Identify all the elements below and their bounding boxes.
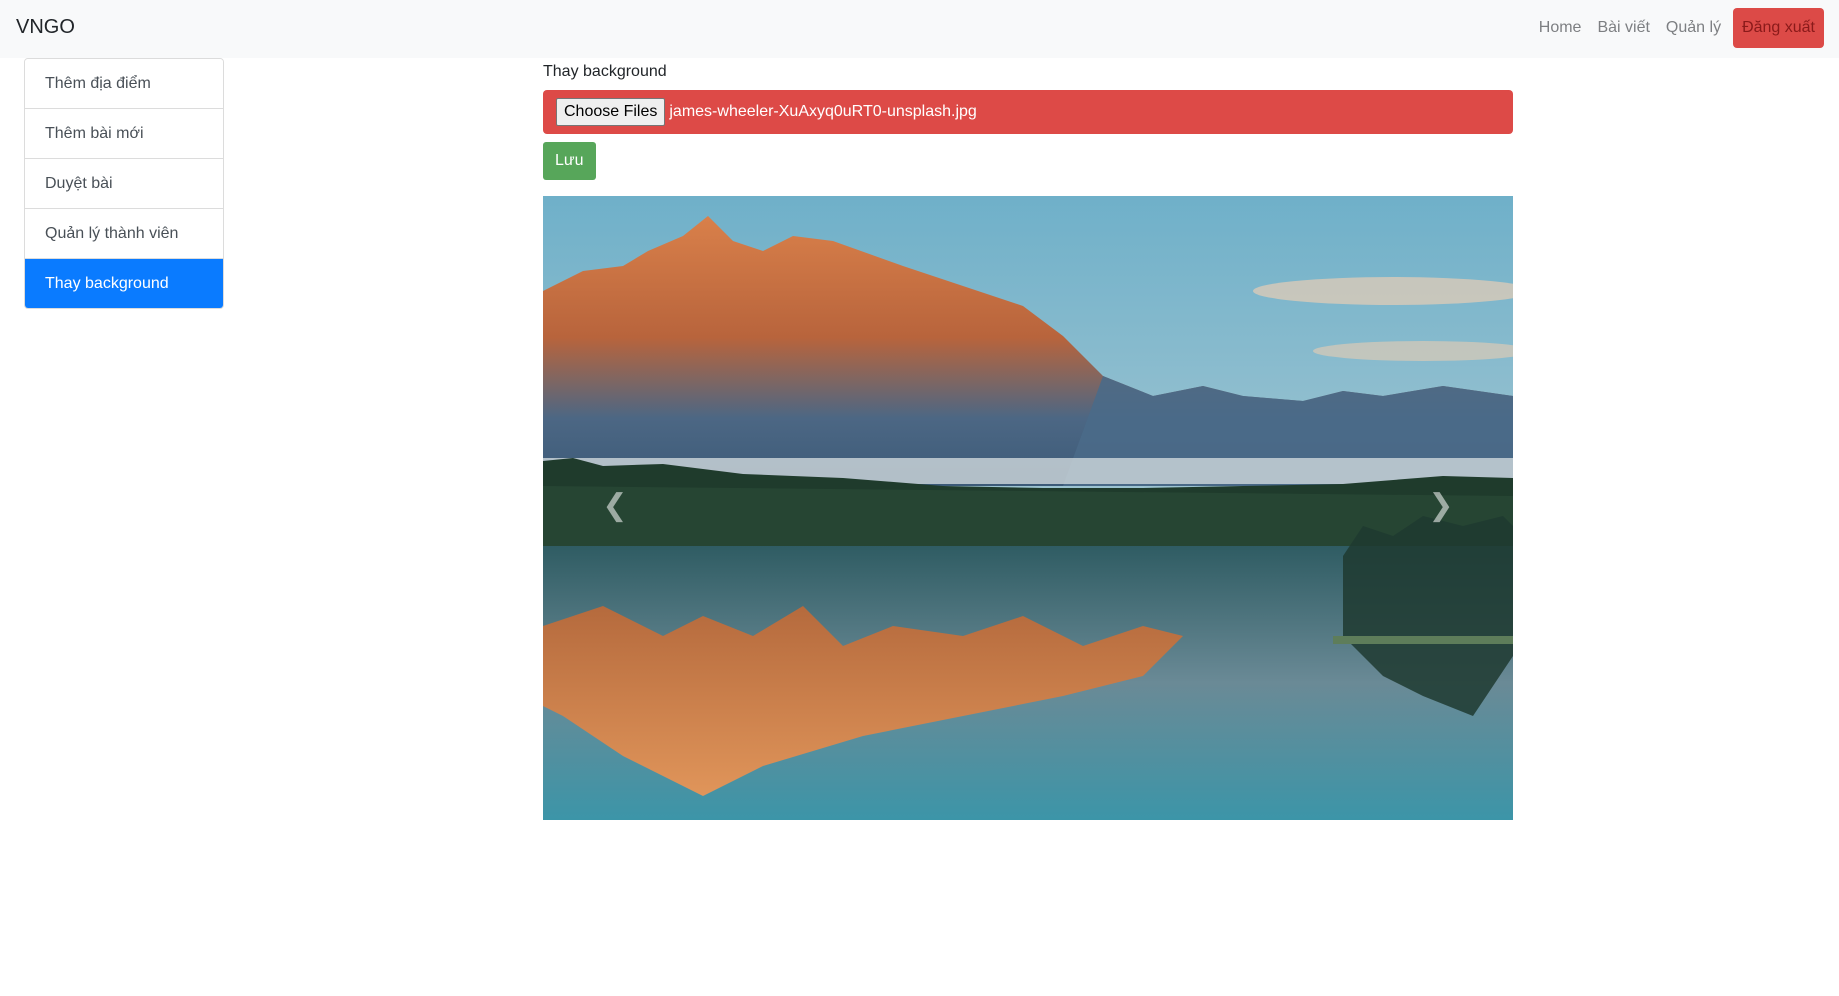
nav-link-home[interactable]: Home [1531, 9, 1590, 47]
background-image [543, 196, 1513, 820]
sidebar-item-manage-members[interactable]: Quản lý thành viên [25, 209, 223, 259]
sidebar: Thêm địa điểm Thêm bài mới Duyệt bài Quả… [24, 58, 224, 309]
sidebar-item-add-post[interactable]: Thêm bài mới [25, 109, 223, 159]
section-title: Thay background [543, 63, 667, 80]
sidebar-item-change-background[interactable]: Thay background [25, 259, 223, 308]
nav-link-manage[interactable]: Quản lý [1658, 9, 1729, 47]
sidebar-item-review-posts[interactable]: Duyệt bài [25, 159, 223, 209]
selected-file-name: james-wheeler-XuAxyq0uRT0-unsplash.jpg [669, 103, 977, 120]
nav-link-posts[interactable]: Bài viết [1589, 9, 1657, 47]
sidebar-item-add-place[interactable]: Thêm địa điểm [25, 59, 223, 109]
nav-links: Home Bài viết Quản lý Đăng xuất [1531, 8, 1824, 48]
chevron-right-icon[interactable]: ❯ [1421, 486, 1461, 526]
chevron-left-icon[interactable]: ❮ [595, 486, 635, 526]
main-content: Thay background Choose Files james-wheel… [543, 58, 1513, 820]
brand-logo[interactable]: VNGO [16, 16, 75, 39]
file-input-bar: Choose Files james-wheeler-XuAxyq0uRT0-u… [543, 90, 1513, 134]
save-button[interactable]: Lưu [543, 142, 596, 180]
navbar: VNGO Home Bài viết Quản lý Đăng xuất [0, 0, 1839, 58]
logout-button[interactable]: Đăng xuất [1733, 8, 1824, 48]
choose-files-button[interactable]: Choose Files [556, 98, 666, 126]
background-carousel: ❮ ❯ [543, 196, 1513, 820]
